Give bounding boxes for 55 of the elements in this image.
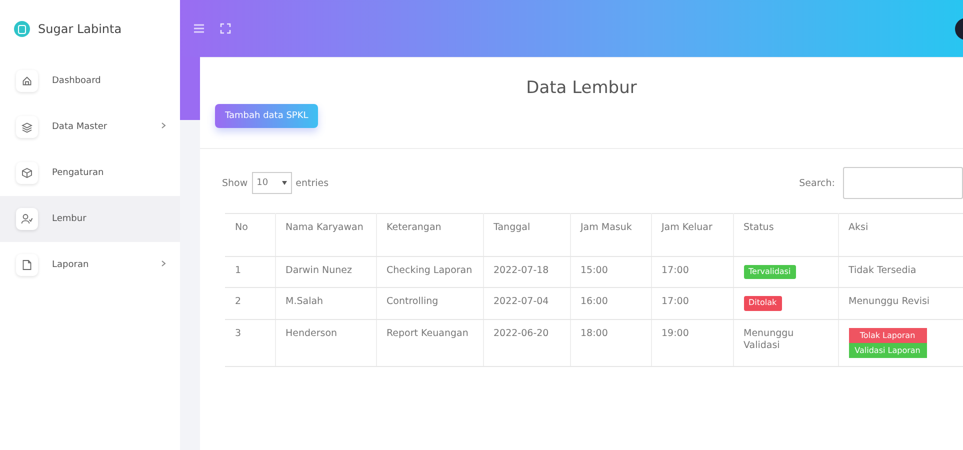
add-button[interactable]: Tambah data SPKL [215,104,318,128]
table-cell: 16:00 [570,288,651,320]
fullscreen-icon[interactable] [220,23,231,34]
table-cell: Henderson [275,319,376,366]
table-cell: 17:00 [651,288,733,320]
sidebar-item[interactable]: Lembur [0,196,180,242]
sidebar-item[interactable]: Data Master [0,104,180,150]
table-cell: 2 [225,288,275,320]
sidebar-item[interactable]: Pengaturan [0,150,180,196]
table-cell: Report Keuangan [376,319,483,366]
column-header[interactable]: Jam Masuk [570,214,651,256]
sidebar-item[interactable]: Laporan [0,242,180,288]
header-band [180,57,200,120]
table-cell: M.Salah [275,288,376,320]
page-size-select[interactable]: 10 [252,172,292,194]
table-cell: 17:00 [651,256,733,288]
logo-icon [14,21,30,37]
table-cell: Controlling [376,288,483,320]
page-title: Data Lembur [525,77,638,98]
table-cell: 15:00 [570,256,651,288]
table-cell: 19:00 [651,319,733,366]
column-header[interactable]: Tanggal [483,214,570,256]
column-header[interactable]: Aksi [838,214,963,256]
table-cell: Checking Laporan [376,256,483,288]
search-label: Search: [799,178,835,188]
status-badge: Ditolak [744,296,782,311]
table-cell: 18:00 [570,319,651,366]
column-header[interactable]: Nama Karyawan [275,214,376,256]
search-field[interactable] [843,167,963,199]
reject-button[interactable]: Tolak Laporan [848,328,926,343]
file-icon [16,254,38,276]
table-cell: Tidak Tersedia [838,256,963,288]
column-header[interactable]: Jam Keluar [651,214,733,256]
table-cell: 2022-07-04 [483,288,570,320]
brand-name: Sugar Labinta [38,22,122,36]
sidebar-item[interactable]: Dashboard [0,58,180,104]
menu-icon[interactable] [194,24,204,33]
table-cell: Menunggu Revisi [838,288,963,320]
cube-icon [16,162,38,184]
table-cell: Darwin Nunez [275,256,376,288]
table-cell: 2022-07-18 [483,256,570,288]
column-header[interactable]: Status [733,214,838,256]
home-icon [16,70,38,92]
entries-label: entries [296,178,329,188]
column-header[interactable]: Keterangan [376,214,483,256]
table-cell: Menunggu Validasi [733,319,838,366]
user-icon [16,208,38,230]
table-cell: 1 [225,256,275,288]
table-cell: 2022-06-20 [483,319,570,366]
caret-icon [282,181,287,185]
column-header[interactable]: No [225,214,275,256]
table-cell: 3 [225,319,275,366]
layers-icon [16,116,38,138]
status-badge: Tervalidasi [744,265,796,280]
show-label: Show [222,178,248,188]
